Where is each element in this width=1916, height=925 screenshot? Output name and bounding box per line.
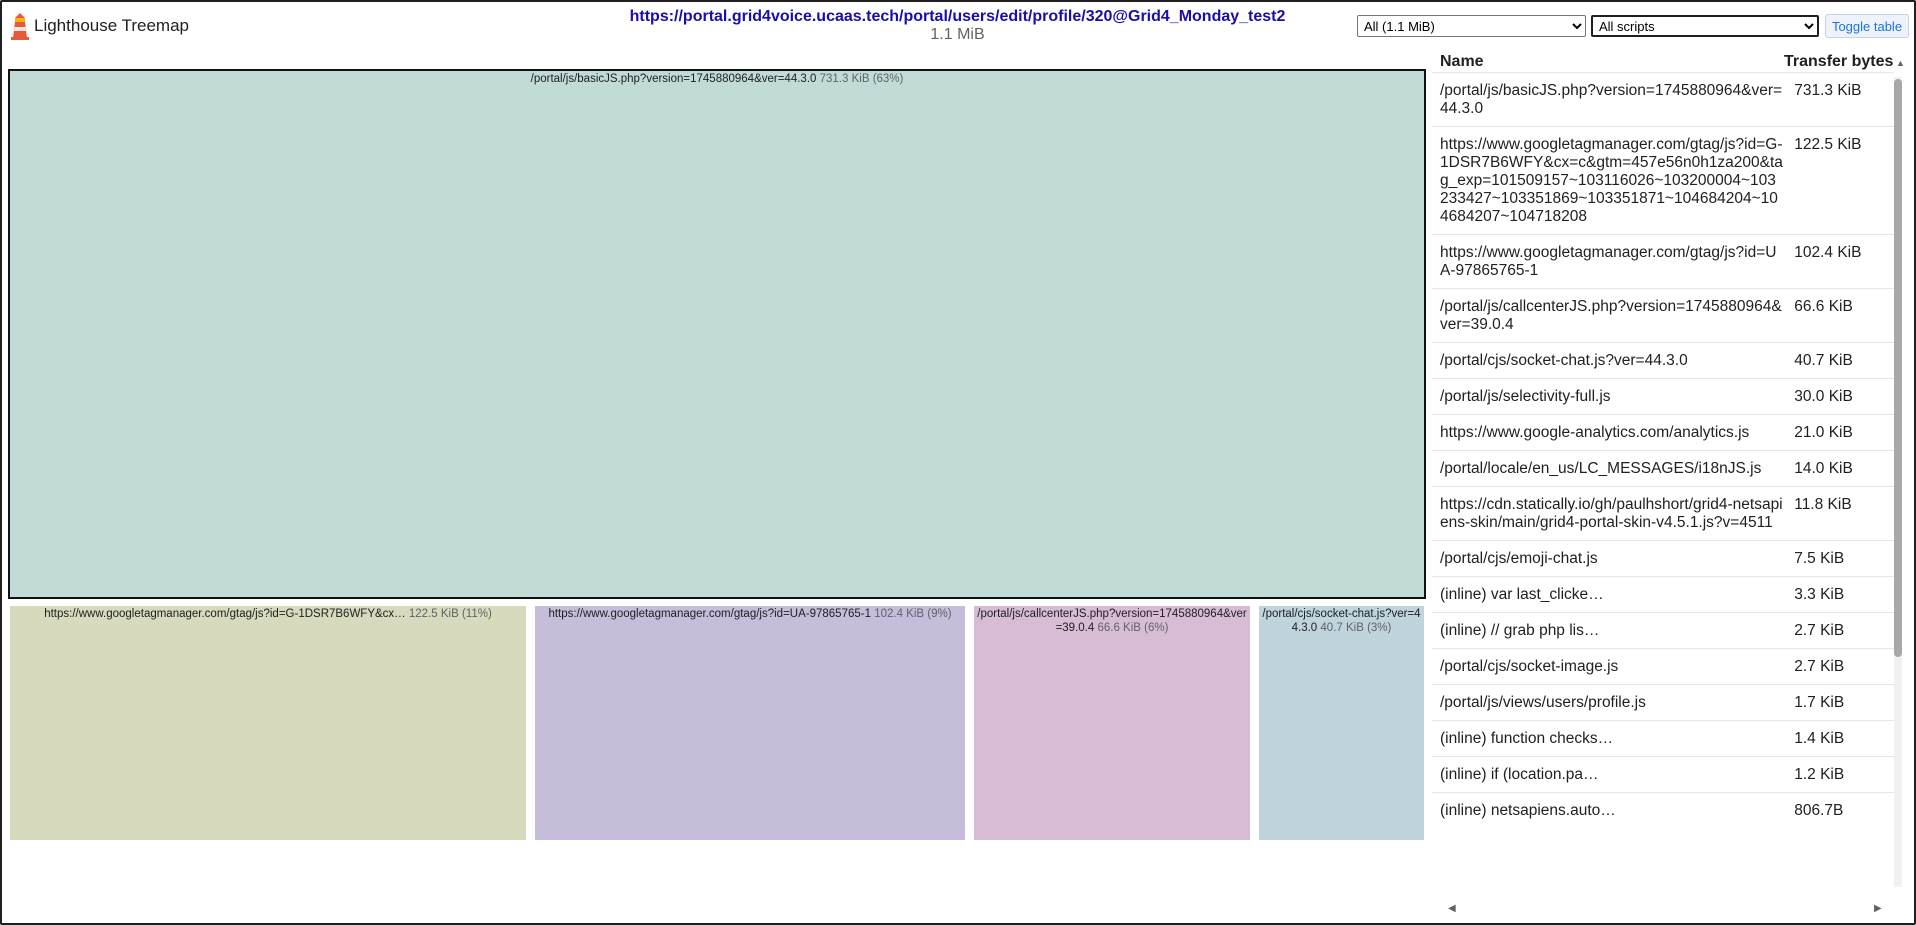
app-title: Lighthouse Treemap [34, 16, 189, 35]
filter-select[interactable]: All scripts [1591, 15, 1819, 37]
table-row[interactable]: (inline) function checks… 1.4 KiB [1432, 720, 1894, 756]
treemap-node[interactable]: https://www.googletagmanager.com/gtag/js… [10, 606, 526, 840]
row-name: https://cdn.statically.io/gh/paulhshort/… [1440, 496, 1783, 531]
treemap-node[interactable]: /portal/js/basicJS.php?version=174588096… [8, 69, 1426, 599]
row-name: /portal/js/selectivity-full.js [1440, 388, 1611, 405]
treemap-node-size: 66.6 KiB (6%) [1097, 622, 1169, 634]
view-select[interactable]: All (1.1 MiB) [1357, 15, 1586, 37]
row-name: https://www.googletagmanager.com/gtag/js… [1440, 136, 1783, 225]
row-bytes: 1.7 KiB [1794, 694, 1845, 711]
row-name: (inline) var last_clicke… [1440, 586, 1604, 603]
row-name: https://www.googletagmanager.com/gtag/js… [1440, 244, 1777, 279]
table-row[interactable]: https://www.googletagmanager.com/gtag/js… [1432, 126, 1894, 234]
table-row[interactable]: (inline) // grab php lis… 2.7 KiB [1432, 612, 1894, 648]
table-row[interactable]: /portal/locale/en_us/LC_MESSAGES/i18nJS.… [1432, 450, 1894, 486]
table-row[interactable]: /portal/cjs/emoji-chat.js 7.5 KiB [1432, 540, 1894, 576]
row-bytes: 7.5 KiB [1794, 550, 1845, 567]
treemap-node-label: /portal/js/basicJS.php?version=174588096… [10, 71, 1424, 86]
column-header-name[interactable]: Name [1440, 53, 1484, 71]
row-bytes: 1.2 KiB [1794, 766, 1845, 783]
table-row[interactable]: https://cdn.statically.io/gh/paulhshort/… [1432, 486, 1894, 540]
treemap-node-label: https://www.googletagmanager.com/gtag/js… [10, 606, 526, 621]
table-row[interactable]: https://www.googletagmanager.com/gtag/js… [1432, 234, 1894, 288]
row-name: (inline) if (location.pa… [1440, 766, 1599, 783]
treemap-node-label: /portal/cjs/socket-chat.js?ver=44.3.0 40… [1259, 606, 1424, 635]
treemap-node[interactable]: /portal/js/callcenterJS.php?version=1745… [974, 606, 1250, 840]
toggle-table-button[interactable]: Toggle table [1825, 14, 1909, 38]
treemap-node[interactable]: https://www.googletagmanager.com/gtag/js… [535, 606, 965, 840]
row-name: /portal/locale/en_us/LC_MESSAGES/i18nJS.… [1440, 460, 1762, 477]
row-bytes: 731.3 KiB [1794, 82, 1862, 99]
table-row[interactable]: (inline) if (location.pa… 1.2 KiB [1432, 756, 1894, 792]
table-body: /portal/js/basicJS.php?version=174588096… [1432, 72, 1894, 900]
table-row[interactable]: /portal/js/basicJS.php?version=174588096… [1432, 72, 1894, 126]
scroll-left-icon[interactable]: ◀ [1448, 903, 1456, 914]
column-header-transfer-bytes[interactable]: Transfer bytes [1784, 53, 1893, 71]
treemap-node-name: /portal/js/basicJS.php?version=174588096… [530, 73, 817, 85]
lighthouse-icon [11, 13, 29, 40]
page-url[interactable]: https://portal.grid4voice.ucaas.tech/por… [400, 8, 1515, 26]
table-horizontal-scrollbar[interactable]: ◀ ▶ [1436, 903, 1888, 917]
table-row[interactable]: (inline) var last_clicke… 3.3 KiB [1432, 576, 1894, 612]
table-row[interactable]: /portal/js/views/users/profile.js 1.7 KiB [1432, 684, 1894, 720]
page-size: 1.1 MiB [930, 26, 985, 43]
row-name: /portal/js/callcenterJS.php?version=1745… [1440, 298, 1782, 333]
treemap-node-label: https://www.googletagmanager.com/gtag/js… [535, 606, 965, 621]
treemap-node-size: 40.7 KiB (3%) [1320, 622, 1392, 634]
row-name: /portal/cjs/socket-chat.js?ver=44.3.0 [1440, 352, 1688, 369]
row-bytes: 21.0 KiB [1794, 424, 1853, 441]
row-name: /portal/js/views/users/profile.js [1440, 694, 1646, 711]
scroll-right-icon[interactable]: ▶ [1874, 903, 1882, 914]
treemap-node-size: 122.5 KiB (11%) [408, 608, 492, 620]
row-name: https://www.google-analytics.com/analyti… [1440, 424, 1750, 441]
treemap-node-size: 102.4 KiB (9%) [874, 608, 952, 620]
row-name: /portal/cjs/socket-image.js [1440, 658, 1619, 675]
row-bytes: 122.5 KiB [1794, 136, 1862, 153]
treemap-node-size: 731.3 KiB (63%) [819, 73, 904, 85]
row-name: /portal/cjs/emoji-chat.js [1440, 550, 1598, 567]
table-row[interactable]: /portal/js/callcenterJS.php?version=1745… [1432, 288, 1894, 342]
treemap-node[interactable]: /portal/cjs/socket-chat.js?ver=44.3.0 40… [1259, 606, 1424, 840]
table-row[interactable]: /portal/cjs/socket-chat.js?ver=44.3.0 40.… [1432, 342, 1894, 378]
row-bytes: 3.3 KiB [1794, 586, 1845, 603]
row-name: (inline) // grab php lis… [1440, 622, 1600, 639]
row-name: /portal/js/basicJS.php?version=174588096… [1440, 82, 1783, 117]
row-bytes: 2.7 KiB [1794, 658, 1845, 675]
row-name: (inline) function checks… [1440, 730, 1614, 747]
table-vertical-scrollbar[interactable] [1892, 73, 1904, 893]
treemap-node-label: /portal/js/callcenterJS.php?version=1745… [974, 606, 1250, 635]
row-name: (inline) netsapiens.auto… [1440, 802, 1616, 819]
sort-descending-icon[interactable]: ▲ [1896, 58, 1905, 68]
scrollbar-thumb[interactable] [1894, 79, 1902, 657]
row-bytes: 30.0 KiB [1794, 388, 1853, 405]
row-bytes: 11.8 KiB [1794, 496, 1852, 513]
table-row[interactable]: https://www.google-analytics.com/analyti… [1432, 414, 1894, 450]
row-bytes: 806.7B [1794, 802, 1844, 819]
row-bytes: 66.6 KiB [1794, 298, 1853, 315]
table-row[interactable]: /portal/cjs/socket-image.js 2.7 KiB [1432, 648, 1894, 684]
table-row[interactable]: /portal/js/selectivity-full.js 30.0 KiB [1432, 378, 1894, 414]
row-bytes: 40.7 KiB [1794, 352, 1853, 369]
table-row[interactable]: (inline) netsapiens.auto… 806.7B [1432, 792, 1894, 828]
treemap-node-name: https://www.googletagmanager.com/gtag/js… [44, 608, 406, 620]
row-bytes: 1.4 KiB [1794, 730, 1845, 747]
treemap-node-name: https://www.googletagmanager.com/gtag/js… [548, 608, 871, 620]
scripts-table: Name Transfer bytes /portal/js/basicJS.p… [1432, 50, 1902, 910]
row-bytes: 14.0 KiB [1794, 460, 1853, 477]
row-bytes: 2.7 KiB [1794, 622, 1845, 639]
row-bytes: 102.4 KiB [1794, 244, 1862, 261]
